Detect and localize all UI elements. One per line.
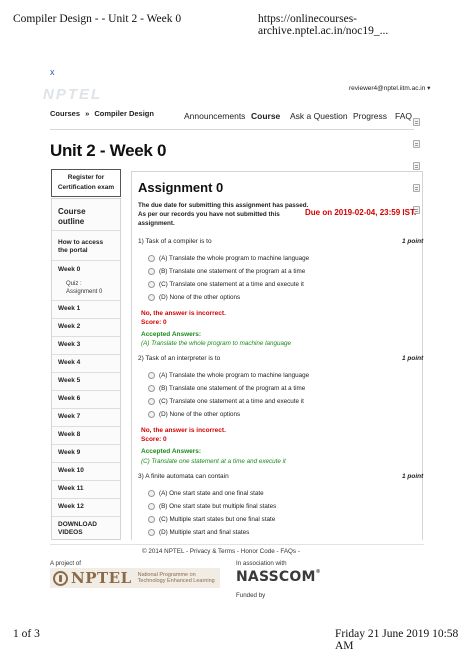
print-url: https://onlinecourses-archive.nptel.ac.i… [258, 13, 389, 37]
radio-icon[interactable] [148, 529, 155, 536]
nasscom-wordmark: NASSCOM [236, 569, 316, 585]
registered-mark: ® [315, 569, 321, 575]
radio-icon[interactable] [148, 516, 155, 523]
footer-divider [50, 544, 424, 545]
question-3-option-a[interactable]: (A) One start state and one final state [148, 490, 264, 497]
register-certification-button[interactable]: Register for Certification exam [51, 169, 121, 197]
question-3-option-b[interactable]: (B) One start state but multiple final s… [148, 503, 276, 510]
register-label-line2: Certification exam [57, 184, 115, 191]
question-3-option-c[interactable]: (C) Multiple start states but one final … [148, 516, 275, 523]
sidebar-item-week-5[interactable]: Week 5 [52, 372, 120, 390]
radio-icon[interactable] [148, 385, 155, 392]
question-1-points: 1 point [402, 238, 424, 245]
sidebar-item-how-to-access[interactable]: How to access the portal [52, 230, 120, 260]
sidebar-item-week-2[interactable]: Week 2 [52, 318, 120, 336]
user-email: reviewer4@nptel.iitm.ac.in [349, 85, 426, 92]
question-1-option-b[interactable]: (B) Translate one statement of the progr… [148, 268, 305, 275]
question-1-accepted-label: Accepted Answers: [141, 331, 202, 338]
question-2-option-d[interactable]: (D) None of the other options [148, 411, 240, 418]
question-1-score: Score: 0 [141, 319, 167, 326]
sidebar-item-week-4[interactable]: Week 4 [52, 354, 120, 372]
breadcrumb: Courses » Compiler Design [50, 109, 154, 118]
sidebar-item-week-6[interactable]: Week 6 [52, 390, 120, 408]
sidebar-item-week-9[interactable]: Week 9 [52, 444, 120, 462]
sidebar-item-download-videos[interactable]: DOWNLOAD VIDEOS [52, 516, 120, 540]
question-2-points: 1 point [402, 355, 424, 362]
breadcrumb-courses[interactable]: Courses [50, 109, 80, 118]
breadcrumb-course[interactable]: Compiler Design [94, 109, 154, 118]
question-1-option-d[interactable]: (D) None of the other options [148, 294, 240, 301]
edit-icon[interactable] [413, 118, 420, 126]
question-1-option-a[interactable]: (A) Translate the whole program to machi… [148, 255, 309, 262]
chevron-down-icon: ▾ [427, 85, 431, 92]
print-datetime: Friday 21 June 2019 10:58 AM [335, 628, 459, 652]
radio-icon[interactable] [148, 503, 155, 510]
page-title: Unit 2 - Week 0 [50, 141, 167, 160]
nav-ask-question[interactable]: Ask a Question [290, 111, 348, 121]
question-3-points: 1 point [402, 473, 424, 480]
course-outline: Course outline How to access the portal W… [51, 198, 121, 540]
association-label: In association with [236, 560, 287, 567]
question-2-accepted-label: Accepted Answers: [141, 448, 202, 455]
nav-progress[interactable]: Progress [353, 111, 387, 121]
radio-icon[interactable] [148, 398, 155, 405]
sidebar-item-week-11[interactable]: Week 11 [52, 480, 120, 498]
radio-icon[interactable] [148, 255, 155, 262]
breadcrumb-separator: » [85, 109, 90, 118]
nav-course[interactable]: Course [251, 111, 280, 121]
funded-by-label: Funded by [236, 592, 266, 599]
radio-icon[interactable] [148, 490, 155, 497]
project-of-label: A project of [50, 560, 81, 567]
radio-icon[interactable] [148, 294, 155, 301]
edit-icon[interactable] [413, 162, 420, 170]
question-2-result: No, the answer is incorrect. [141, 427, 226, 434]
question-3-option-d[interactable]: (D) Multiple start and final states [148, 529, 249, 536]
due-date: Due on 2019-02-04, 23:59 IST. [305, 208, 417, 217]
question-3-text: 3) A finite automata can contain [138, 473, 229, 480]
nptel-wordmark: NPTEL [71, 569, 132, 587]
nptel-emblem-icon [53, 570, 68, 586]
question-2-option-a[interactable]: (A) Translate the whole program to machi… [148, 372, 309, 379]
footer-links[interactable]: © 2014 NPTEL - Privacy & Terms - Honor C… [142, 548, 300, 555]
question-1-accepted-answer: (A) Translate the whole program to machi… [141, 340, 292, 347]
course-outline-heading: Course outline [58, 207, 86, 226]
sidebar-item-week-1[interactable]: Week 1 [52, 300, 120, 318]
submission-note: The due date for submitting this assignm… [138, 202, 309, 227]
nav-faq[interactable]: FAQ [395, 111, 412, 121]
nptel-tagline: National Programme on Technology Enhance… [137, 571, 215, 585]
sidebar-item-week-7[interactable]: Week 7 [52, 408, 120, 426]
sidebar-item-week-12[interactable]: Week 12 [52, 498, 120, 516]
nptel-header-logo[interactable]: NPTEL [43, 86, 102, 103]
close-icon[interactable]: x [50, 67, 55, 77]
question-2-option-b[interactable]: (B) Translate one statement of the progr… [148, 385, 305, 392]
user-menu[interactable]: reviewer4@nptel.iitm.ac.in ▾ [349, 84, 430, 92]
question-2-option-c[interactable]: (C) Translate one statement at a time an… [148, 398, 304, 405]
sidebar-item-week-8[interactable]: Week 8 [52, 426, 120, 444]
print-page-title: Compiler Design - - Unit 2 - Week 0 [13, 13, 182, 25]
assignment-title: Assignment 0 [138, 180, 224, 195]
question-1-result: No, the answer is incorrect. [141, 310, 226, 317]
question-2-text: 2) Task of an interpreter is to [138, 355, 221, 362]
sidebar-subitem-assignment-0[interactable]: Quiz : Assignment 0 [66, 280, 102, 296]
sidebar-item-week-10[interactable]: Week 10 [52, 462, 120, 480]
nptel-logo[interactable]: NPTEL National Programme on Technology E… [50, 568, 220, 588]
radio-icon[interactable] [148, 281, 155, 288]
nav-announcements[interactable]: Announcements [184, 111, 245, 121]
sidebar-item-week-3[interactable]: Week 3 [52, 336, 120, 354]
question-2-accepted-answer: (C) Translate one statement at a time an… [141, 458, 286, 465]
question-2-score: Score: 0 [141, 436, 167, 443]
register-label-line1: Register for [67, 174, 105, 181]
question-1-option-c[interactable]: (C) Translate one statement at a time an… [148, 281, 304, 288]
nav-divider [50, 129, 414, 130]
radio-icon[interactable] [148, 268, 155, 275]
print-page-number: 1 of 3 [13, 628, 40, 640]
radio-icon[interactable] [148, 372, 155, 379]
question-1-text: 1) Task of a compiler is to [138, 238, 212, 245]
radio-icon[interactable] [148, 411, 155, 418]
nasscom-logo[interactable]: NASSCOM® [236, 569, 321, 585]
edit-icon[interactable] [413, 140, 420, 148]
